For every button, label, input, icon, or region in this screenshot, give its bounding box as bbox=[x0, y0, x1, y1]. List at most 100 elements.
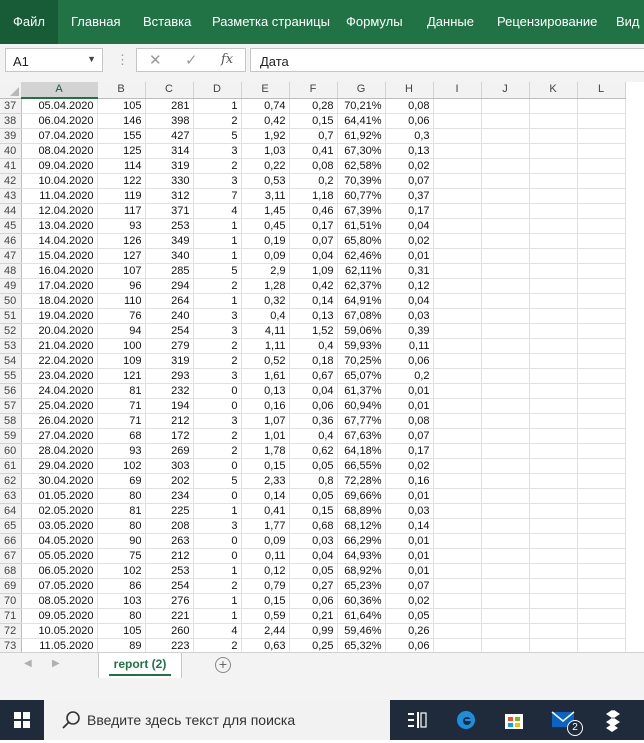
table-cell[interactable]: 80 bbox=[97, 488, 146, 504]
table-cell[interactable]: 61,92% bbox=[337, 128, 386, 144]
table-cell[interactable]: 11.04.2020 bbox=[21, 188, 98, 204]
table-cell[interactable]: 0,7 bbox=[289, 128, 338, 144]
table-cell[interactable] bbox=[433, 173, 482, 189]
row-header[interactable]: 37 bbox=[0, 98, 22, 114]
table-cell[interactable]: 122 bbox=[97, 173, 146, 189]
table-cell[interactable] bbox=[577, 578, 626, 594]
table-cell[interactable]: 0,99 bbox=[289, 623, 338, 639]
table-cell[interactable]: 01.05.2020 bbox=[21, 488, 98, 504]
table-cell[interactable] bbox=[529, 443, 578, 459]
table-cell[interactable]: 10.04.2020 bbox=[21, 173, 98, 189]
table-cell[interactable]: 1,01 bbox=[241, 428, 290, 444]
table-cell[interactable]: 0,04 bbox=[385, 218, 434, 234]
table-cell[interactable]: 70,21% bbox=[337, 98, 386, 114]
row-header[interactable]: 47 bbox=[0, 248, 22, 264]
table-cell[interactable] bbox=[481, 443, 530, 459]
table-cell[interactable]: 0 bbox=[193, 488, 242, 504]
table-cell[interactable]: 225 bbox=[145, 503, 194, 519]
table-cell[interactable]: 09.05.2020 bbox=[21, 608, 98, 624]
table-cell[interactable] bbox=[481, 158, 530, 174]
table-cell[interactable] bbox=[529, 428, 578, 444]
column-header[interactable]: J bbox=[481, 82, 530, 99]
table-cell[interactable]: 0,21 bbox=[289, 608, 338, 624]
table-cell[interactable] bbox=[433, 518, 482, 534]
table-cell[interactable] bbox=[529, 608, 578, 624]
table-cell[interactable]: 0,14 bbox=[289, 293, 338, 309]
table-cell[interactable] bbox=[577, 473, 626, 489]
table-cell[interactable] bbox=[481, 533, 530, 549]
table-cell[interactable] bbox=[481, 308, 530, 324]
table-cell[interactable]: 269 bbox=[145, 443, 194, 459]
row-header[interactable]: 60 bbox=[0, 443, 22, 459]
tab-review[interactable]: Рецензирование bbox=[497, 0, 597, 44]
table-cell[interactable]: 427 bbox=[145, 128, 194, 144]
table-cell[interactable]: 0,11 bbox=[241, 548, 290, 564]
table-cell[interactable]: 07.05.2020 bbox=[21, 578, 98, 594]
table-cell[interactable]: 06.05.2020 bbox=[21, 563, 98, 579]
table-cell[interactable] bbox=[481, 563, 530, 579]
table-cell[interactable] bbox=[481, 383, 530, 399]
table-cell[interactable]: 263 bbox=[145, 533, 194, 549]
table-cell[interactable] bbox=[433, 293, 482, 309]
table-cell[interactable]: 64,91% bbox=[337, 293, 386, 309]
table-cell[interactable]: 65,23% bbox=[337, 578, 386, 594]
row-header[interactable]: 65 bbox=[0, 518, 22, 534]
table-cell[interactable] bbox=[481, 128, 530, 144]
table-cell[interactable] bbox=[433, 263, 482, 279]
name-box[interactable]: A1 ▼ bbox=[5, 48, 103, 72]
table-cell[interactable] bbox=[529, 323, 578, 339]
table-cell[interactable] bbox=[481, 98, 530, 114]
table-cell[interactable] bbox=[577, 143, 626, 159]
table-cell[interactable]: 0,08 bbox=[385, 413, 434, 429]
table-cell[interactable] bbox=[433, 593, 482, 609]
table-cell[interactable]: 0,02 bbox=[385, 458, 434, 474]
table-cell[interactable]: 102 bbox=[97, 563, 146, 579]
tab-home[interactable]: Главная bbox=[71, 0, 120, 44]
table-cell[interactable]: 0,31 bbox=[385, 263, 434, 279]
table-cell[interactable] bbox=[577, 593, 626, 609]
table-cell[interactable] bbox=[529, 473, 578, 489]
table-cell[interactable]: 1,92 bbox=[241, 128, 290, 144]
table-cell[interactable]: 0,09 bbox=[241, 533, 290, 549]
row-header[interactable]: 40 bbox=[0, 143, 22, 159]
table-cell[interactable]: 221 bbox=[145, 608, 194, 624]
chevron-down-icon[interactable]: ▼ bbox=[87, 54, 96, 64]
table-cell[interactable]: 0,2 bbox=[385, 368, 434, 384]
table-cell[interactable] bbox=[577, 188, 626, 204]
table-cell[interactable]: 05.05.2020 bbox=[21, 548, 98, 564]
table-cell[interactable]: 7 bbox=[193, 188, 242, 204]
column-header[interactable]: I bbox=[433, 82, 482, 99]
table-cell[interactable]: 103 bbox=[97, 593, 146, 609]
table-cell[interactable]: 76 bbox=[97, 308, 146, 324]
table-cell[interactable]: 0,12 bbox=[385, 278, 434, 294]
table-cell[interactable]: 0,74 bbox=[241, 98, 290, 114]
table-cell[interactable]: 0,68 bbox=[289, 518, 338, 534]
table-cell[interactable]: 68,92% bbox=[337, 563, 386, 579]
table-cell[interactable]: 254 bbox=[145, 578, 194, 594]
table-cell[interactable]: 100 bbox=[97, 338, 146, 354]
table-cell[interactable]: 5 bbox=[193, 473, 242, 489]
table-cell[interactable]: 1 bbox=[193, 503, 242, 519]
table-cell[interactable] bbox=[481, 323, 530, 339]
table-cell[interactable] bbox=[433, 248, 482, 264]
table-cell[interactable]: 0,53 bbox=[241, 173, 290, 189]
table-cell[interactable]: 0,25 bbox=[289, 638, 338, 652]
column-header[interactable]: H bbox=[385, 82, 434, 99]
table-cell[interactable] bbox=[481, 608, 530, 624]
table-cell[interactable] bbox=[481, 503, 530, 519]
table-cell[interactable] bbox=[481, 578, 530, 594]
edge-button[interactable] bbox=[444, 700, 488, 740]
table-cell[interactable]: 1 bbox=[193, 248, 242, 264]
table-cell[interactable]: 105 bbox=[97, 623, 146, 639]
table-cell[interactable] bbox=[529, 218, 578, 234]
table-cell[interactable] bbox=[481, 488, 530, 504]
table-cell[interactable]: 0,05 bbox=[289, 488, 338, 504]
table-cell[interactable]: 0,17 bbox=[385, 443, 434, 459]
table-cell[interactable] bbox=[529, 593, 578, 609]
table-cell[interactable]: 105 bbox=[97, 98, 146, 114]
table-cell[interactable]: 65,07% bbox=[337, 368, 386, 384]
row-header[interactable]: 53 bbox=[0, 338, 22, 354]
table-cell[interactable]: 0,06 bbox=[289, 398, 338, 414]
table-cell[interactable]: 62,46% bbox=[337, 248, 386, 264]
row-header[interactable]: 57 bbox=[0, 398, 22, 414]
